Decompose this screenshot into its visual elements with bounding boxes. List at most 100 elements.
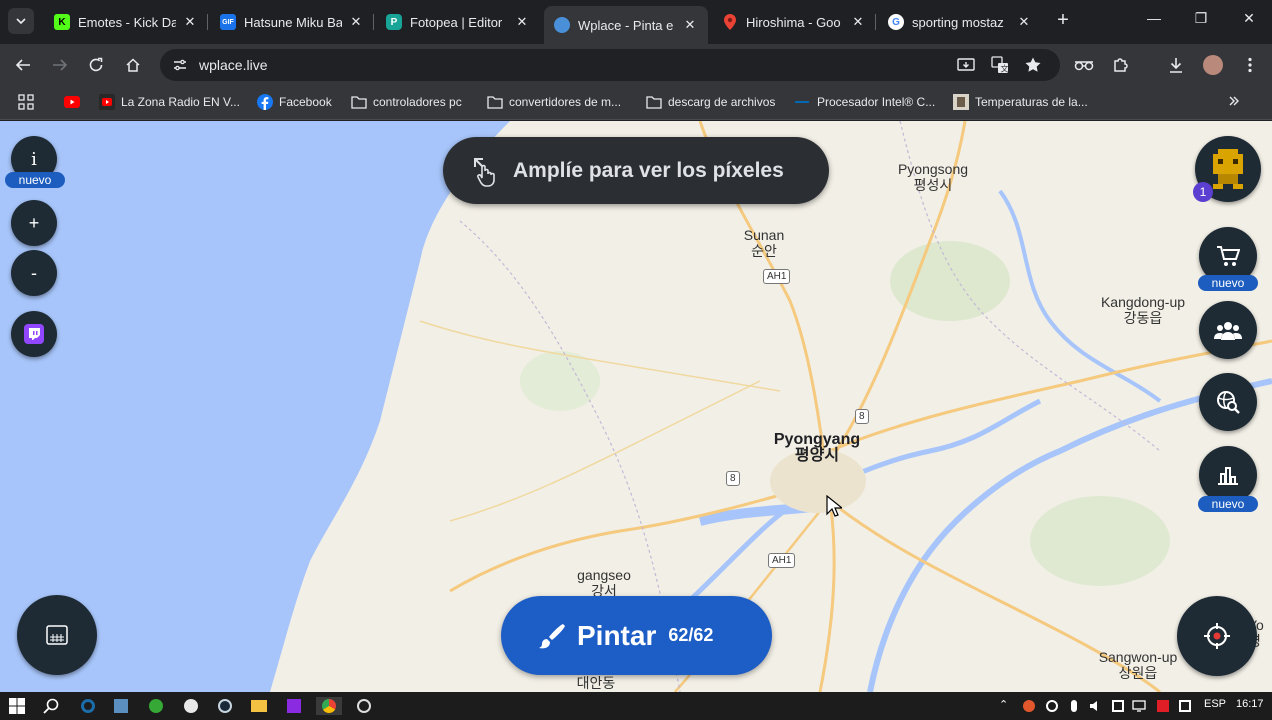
taskbar-xbox[interactable] <box>147 697 165 715</box>
tab-wplace[interactable]: Wplace - Pinta e ✕ <box>544 6 708 44</box>
taskbar-obs[interactable] <box>355 697 373 715</box>
zoom-in-button[interactable]: + <box>11 200 57 246</box>
reload-button[interactable] <box>86 55 106 75</box>
taskbar-app[interactable] <box>112 697 130 715</box>
close-window-button[interactable]: ✕ <box>1239 10 1259 27</box>
close-tab-icon[interactable]: ✕ <box>1016 14 1032 30</box>
tab-hatsune[interactable]: GIF Hatsune Miku Ba ✕ <box>210 6 374 38</box>
pixel-grid-icon <box>46 625 68 645</box>
clock[interactable]: 16:17 <box>1236 698 1264 710</box>
tab-search-button[interactable] <box>8 8 34 34</box>
tab-kick[interactable]: K Emotes - Kick Da ✕ <box>44 6 208 38</box>
close-tab-icon[interactable]: ✕ <box>514 14 530 30</box>
obs-icon <box>357 699 371 713</box>
more-bookmarks-button[interactable] <box>1228 95 1240 107</box>
tray-checkbox-icon[interactable] <box>1176 697 1194 715</box>
extensions-button[interactable] <box>1111 55 1131 75</box>
minimize-button[interactable]: — <box>1144 10 1164 26</box>
bookmark-star-button[interactable] <box>1023 55 1043 75</box>
chevron-down-icon <box>16 18 26 24</box>
zoom-hint-text: Amplíe para ver los píxeles <box>513 158 784 182</box>
pixel-avatar-icon <box>1213 149 1243 189</box>
puzzle-icon <box>1114 58 1128 72</box>
taskbar-file-explorer[interactable] <box>250 697 268 715</box>
start-button[interactable] <box>8 697 26 715</box>
close-tab-icon[interactable]: ✕ <box>348 14 364 30</box>
bookmark-intel[interactable]: Procesador Intel® C... <box>795 94 935 110</box>
close-tab-icon[interactable]: ✕ <box>182 14 198 30</box>
tray-app-icon[interactable] <box>1109 697 1127 715</box>
place-label-sangwon[interactable]: Sangwon-up 상원읍 <box>1088 649 1188 681</box>
taskbar-search-button[interactable] <box>42 697 60 715</box>
tray-volume-icon[interactable] <box>1087 697 1105 715</box>
minus-icon: - <box>31 262 37 283</box>
place-label-kangdong[interactable]: Kangdong-up 강동읍 <box>1090 294 1196 326</box>
taskbar-chrome[interactable] <box>316 697 342 715</box>
home-button[interactable] <box>123 55 143 75</box>
search-location-button[interactable] <box>1199 373 1257 431</box>
place-label-gangseo[interactable]: gangseo 강서 <box>563 567 645 599</box>
tray-app-icon[interactable] <box>1020 697 1038 715</box>
site-info-icon[interactable] <box>164 49 196 81</box>
taskbar-edge[interactable] <box>79 697 97 715</box>
tray-amd-icon[interactable] <box>1154 697 1172 715</box>
search-icon <box>43 698 59 714</box>
plus-icon: + <box>28 212 40 233</box>
paint-button[interactable]: Pintar 62/62 <box>501 596 772 675</box>
install-app-button[interactable] <box>956 55 976 75</box>
place-label-daeandong[interactable]: 대안동 <box>566 675 626 691</box>
bookmark-descarg[interactable]: descarg de archivos <box>646 94 775 110</box>
forward-button[interactable] <box>50 55 70 75</box>
bookmark-facebook[interactable]: Facebook <box>257 94 332 110</box>
taskbar-winrar[interactable] <box>285 697 303 715</box>
tray-network-icon[interactable] <box>1131 697 1149 715</box>
tab-google-search[interactable]: G sporting mostaz ✕ <box>878 6 1042 38</box>
bookmark-controladores[interactable]: controladores pc <box>351 94 462 110</box>
bookmark-convertidores[interactable]: convertidores de m... <box>487 94 621 110</box>
tab-photopea[interactable]: P Fotopea | Editor ✕ <box>376 6 540 38</box>
folder-icon <box>351 94 367 110</box>
address-bar[interactable]: wplace.live <box>160 49 1060 81</box>
star-icon <box>1025 57 1041 72</box>
back-button[interactable] <box>13 55 33 75</box>
reload-icon <box>89 57 103 72</box>
zoom-out-button[interactable]: - <box>11 250 57 296</box>
language-indicator[interactable]: ESP <box>1204 698 1226 710</box>
close-tab-icon[interactable]: ✕ <box>850 14 866 30</box>
place-label-pyongsong[interactable]: Pyongsong 평성시 <box>880 161 986 193</box>
place-label-sunan[interactable]: Sunan 순안 <box>729 227 799 259</box>
bookmark-la-zona-radio[interactable]: La Zona Radio EN V... <box>99 94 240 110</box>
restore-button[interactable]: ❐ <box>1191 10 1211 27</box>
place-label-pyongyang[interactable]: Pyongyang 평양시 <box>757 432 877 464</box>
tray-mic-icon[interactable] <box>1065 697 1083 715</box>
pixel-grid-button[interactable] <box>17 595 97 675</box>
taskbar-circle-app[interactable] <box>182 697 200 715</box>
new-tab-button[interactable]: + <box>1052 10 1074 32</box>
app-circle-icon <box>184 699 198 713</box>
translate-button[interactable]: 文 <box>990 55 1010 75</box>
menu-button[interactable] <box>1240 55 1260 75</box>
incognito-extension-button[interactable] <box>1074 55 1094 75</box>
apps-button[interactable] <box>18 94 34 110</box>
twitch-button[interactable] <box>11 311 57 357</box>
bookmark-temperaturas[interactable]: Temperaturas de la... <box>953 94 1088 110</box>
road-shield: AH1 <box>768 553 796 568</box>
tray-chevron-up-icon[interactable]: ⌃ <box>999 698 1008 711</box>
profile-avatar[interactable] <box>1203 55 1223 75</box>
arrow-right-icon <box>53 59 68 71</box>
chrome-icon <box>322 699 336 713</box>
globe-search-icon <box>1217 391 1240 414</box>
url-text: wplace.live <box>199 57 268 73</box>
downloads-button[interactable] <box>1166 55 1186 75</box>
bookmark-youtube[interactable] <box>64 94 86 110</box>
map-viewport[interactable]: Pyongsong 평성시 Sunan 순안 Kangdong-up 강동읍 P… <box>0 121 1272 692</box>
twitch-icon <box>24 324 44 344</box>
close-tab-icon[interactable]: ✕ <box>682 17 698 33</box>
tray-steam-icon[interactable] <box>1043 697 1061 715</box>
steam-icon <box>218 699 232 713</box>
taskbar-steam[interactable] <box>216 697 234 715</box>
tab-hiroshima[interactable]: Hiroshima - Goo ✕ <box>712 6 876 38</box>
alliance-button[interactable] <box>1199 301 1257 359</box>
locate-me-button[interactable] <box>1177 596 1257 676</box>
maps-pin-icon <box>722 14 738 30</box>
